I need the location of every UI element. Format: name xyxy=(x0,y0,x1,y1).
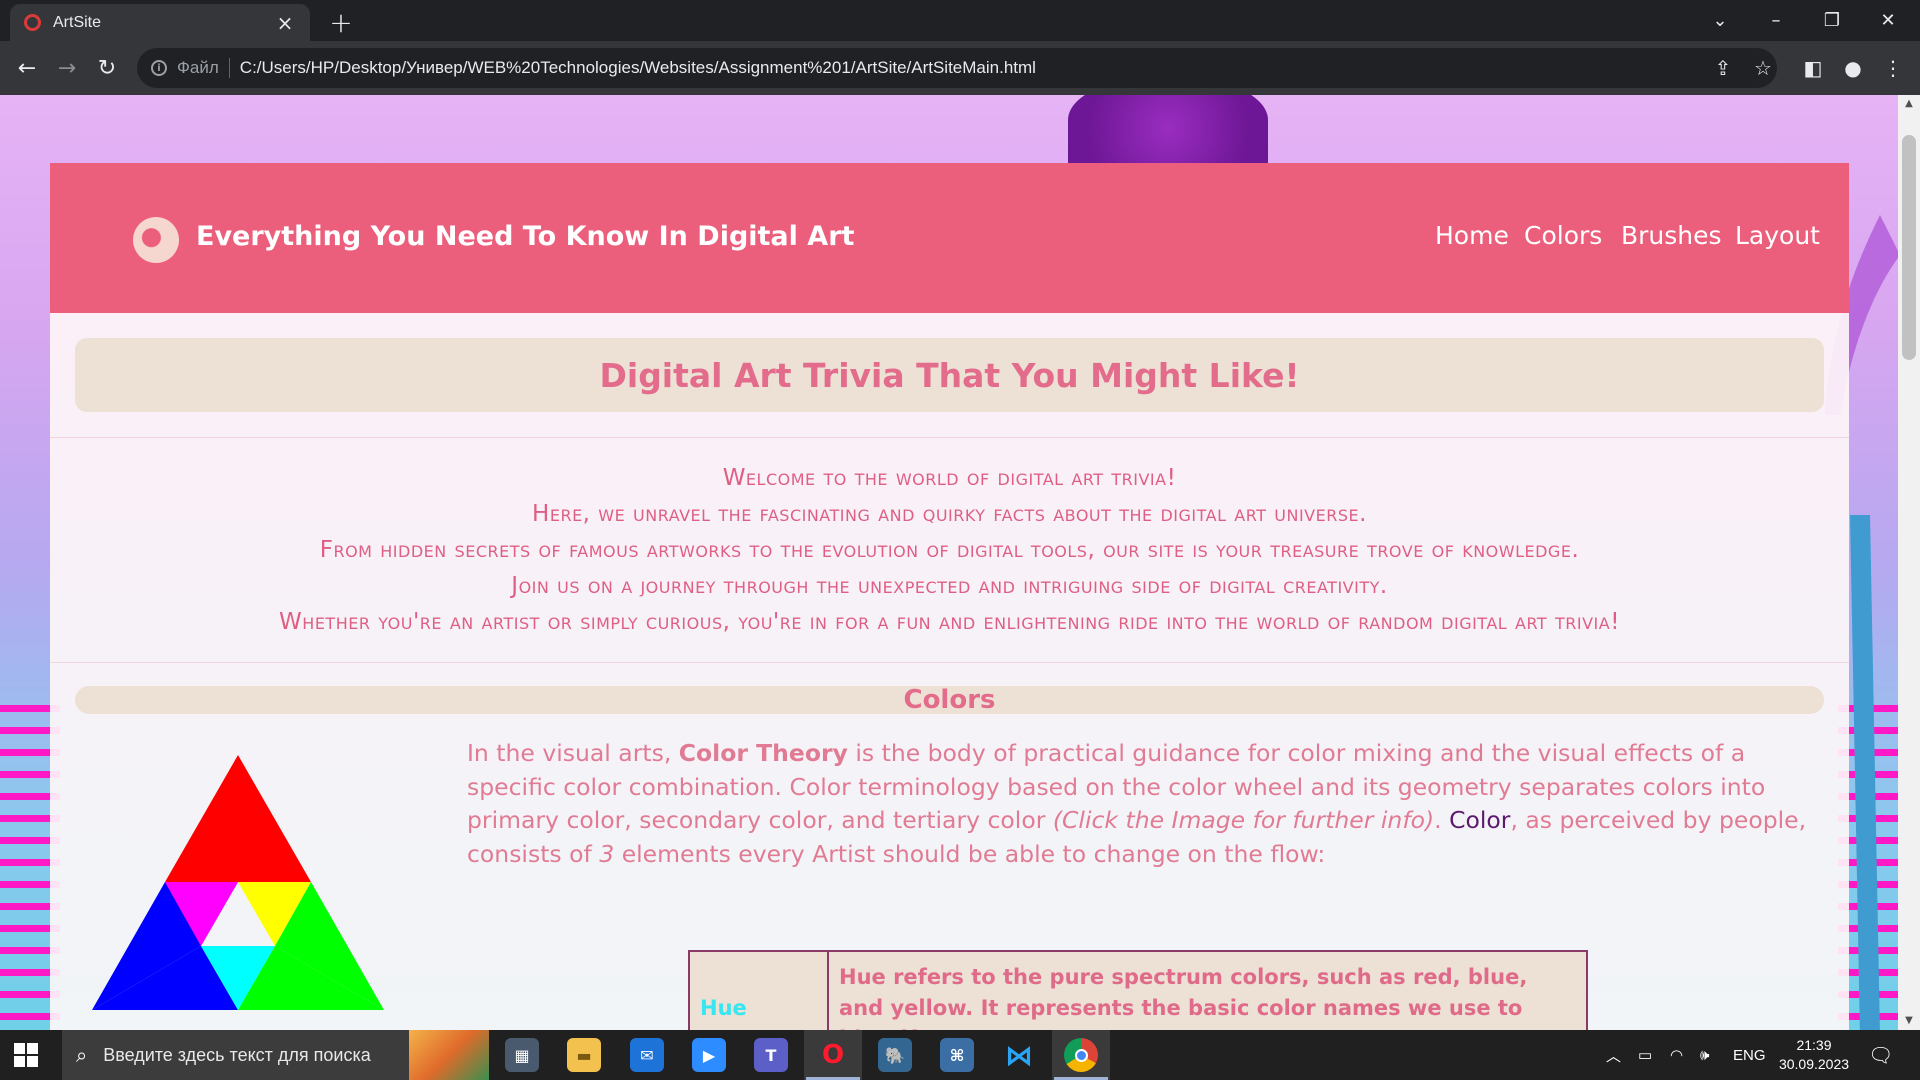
opera-icon[interactable]: O xyxy=(816,1038,850,1072)
divider xyxy=(50,437,1849,438)
file-scheme-label: Файл xyxy=(177,58,219,77)
trivia-heading-box: Digital Art Trivia That You Might Like! xyxy=(75,338,1824,412)
site-header: Everything You Need To Know In Digital A… xyxy=(50,163,1849,313)
search-highlight-image[interactable] xyxy=(409,1030,489,1080)
new-tab-button[interactable]: + xyxy=(326,6,356,39)
reload-button[interactable]: ↻ xyxy=(92,53,122,83)
welcome-line: Here, we unravel the fascinating and qui… xyxy=(532,501,1367,527)
color-link[interactable]: Color xyxy=(1449,806,1510,834)
welcome-line: Welcome to the world of digital art triv… xyxy=(722,465,1177,491)
background-statue-image xyxy=(1068,95,1268,165)
mail-icon[interactable]: ✉ xyxy=(630,1038,664,1072)
page-scrollbar[interactable]: ▲ ▼ xyxy=(1898,95,1920,1030)
back-button[interactable]: ← xyxy=(12,53,42,83)
omnibox-divider xyxy=(228,58,230,78)
tray-chevron-icon[interactable]: ︿ xyxy=(1606,1030,1621,1080)
scroll-down-arrow-icon[interactable]: ▼ xyxy=(1898,1012,1920,1030)
language-indicator[interactable]: ENG xyxy=(1733,1030,1766,1080)
para-text: elements every Artist should be able to … xyxy=(614,839,1326,868)
colors-section-heading: Colors xyxy=(903,685,996,715)
scroll-up-arrow-icon[interactable]: ▲ xyxy=(1898,95,1920,113)
windows-taskbar: ⌕ Введите здесь текст для поиска ▦ ▬ ✉ ▶… xyxy=(0,1030,1920,1080)
clock-time: 21:39 xyxy=(1796,1037,1832,1053)
divider xyxy=(50,662,1849,663)
wifi-icon[interactable]: ◠ xyxy=(1670,1030,1683,1080)
taskbar-search-box[interactable]: ⌕ Введите здесь текст для поиска xyxy=(62,1030,489,1080)
close-window-button[interactable]: ✕ xyxy=(1860,0,1916,41)
teams-icon[interactable]: T xyxy=(754,1038,788,1072)
para-text: In the visual arts, xyxy=(467,739,679,767)
welcome-text: Welcome to the world of digital art triv… xyxy=(50,460,1849,640)
para-text: . xyxy=(1434,806,1450,834)
url-text[interactable]: C:/Users/HP/Desktop/Универ/WEB%20Technol… xyxy=(240,58,1036,78)
color-theory-term: Color Theory xyxy=(678,739,848,767)
site-main-content: Digital Art Trivia That You Might Like! … xyxy=(50,313,1849,1030)
welcome-line: Whether you're an artist or simply curio… xyxy=(279,609,1620,635)
nav-link-home[interactable]: Home xyxy=(1435,221,1509,250)
color-theory-triangle-image[interactable] xyxy=(92,755,384,1010)
colors-section-heading-bar: Colors xyxy=(75,686,1824,714)
click-image-hint: (Click the Image for further info) xyxy=(1052,806,1435,834)
scrollbar-thumb[interactable] xyxy=(1902,135,1916,360)
site-info-icon[interactable]: i xyxy=(151,60,167,76)
restore-button[interactable]: ❐ xyxy=(1804,0,1860,41)
menu-kebab-icon[interactable]: ⋮ xyxy=(1878,53,1908,83)
clock-date: 30.09.2023 xyxy=(1778,1056,1850,1072)
battery-icon[interactable]: ▭ xyxy=(1638,1030,1652,1080)
forward-button[interactable]: → xyxy=(52,53,82,83)
vscode-icon[interactable]: ⋈ xyxy=(1002,1038,1036,1072)
volume-icon[interactable]: 🕪 xyxy=(1700,1030,1709,1080)
python-idle-icon[interactable]: ⌘ xyxy=(940,1038,974,1072)
file-explorer-icon[interactable]: ▬ xyxy=(567,1038,601,1072)
welcome-line: From hidden secrets of famous artworks t… xyxy=(319,537,1580,563)
browser-tab-active[interactable]: ArtSite × xyxy=(10,4,310,41)
calculator-icon[interactable]: ▦ xyxy=(505,1038,539,1072)
site-logo-icon[interactable] xyxy=(133,217,179,263)
site-container: Everything You Need To Know In Digital A… xyxy=(50,163,1849,1030)
opera-favicon-icon xyxy=(24,14,41,31)
zoom-icon[interactable]: ▶ xyxy=(692,1038,726,1072)
nav-link-brushes[interactable]: Brushes xyxy=(1621,221,1722,250)
tab-search-chevron-icon[interactable]: ⌄ xyxy=(1692,0,1748,41)
page-viewport: Everything You Need To Know In Digital A… xyxy=(0,95,1898,1030)
chrome-icon[interactable] xyxy=(1064,1038,1098,1072)
side-panel-icon[interactable]: ◧ xyxy=(1798,53,1828,83)
nav-link-colors[interactable]: Colors xyxy=(1524,221,1602,250)
table-term-hue: Hue xyxy=(700,996,747,1020)
browser-toolbar: ← → ↻ i Файл C:/Users/HP/Desktop/Универ/… xyxy=(0,41,1920,95)
profile-icon[interactable]: ● xyxy=(1838,53,1868,83)
nav-link-layout[interactable]: Layout xyxy=(1735,221,1820,250)
table-definition-cell: Hue refers to the pure spectrum colors, … xyxy=(839,965,1528,1030)
postgresql-icon[interactable]: 🐘 xyxy=(878,1038,912,1072)
color-elements-table: Hue Hue refers to the pure spectrum colo… xyxy=(688,950,1588,1030)
trivia-heading: Digital Art Trivia That You Might Like! xyxy=(599,355,1300,395)
element-count: 3 xyxy=(599,839,615,868)
welcome-line: Join us on a journey through the unexpec… xyxy=(511,573,1388,599)
taskbar-search-placeholder: Введите здесь текст для поиска xyxy=(103,1044,371,1065)
table-term-cell: Hue xyxy=(690,952,829,1030)
minimize-button[interactable]: – xyxy=(1748,0,1804,41)
notifications-icon[interactable]: 🗨 xyxy=(1868,1030,1893,1080)
browser-tab-bar: ArtSite × + ⌄ – ❐ ✕ xyxy=(0,0,1920,41)
share-icon[interactable]: ⇪ xyxy=(1708,53,1738,83)
tab-title: ArtSite xyxy=(53,13,102,31)
address-bar[interactable]: i Файл C:/Users/HP/Desktop/Универ/WEB%20… xyxy=(137,48,1777,88)
color-theory-paragraph: In the visual arts, Color Theory is the … xyxy=(467,737,1827,871)
search-icon: ⌕ xyxy=(76,1043,88,1067)
site-title: Everything You Need To Know In Digital A… xyxy=(196,221,855,252)
bookmark-star-icon[interactable]: ☆ xyxy=(1748,53,1778,83)
taskbar-clock[interactable]: 21:39 30.09.2023 xyxy=(1774,1036,1854,1074)
close-tab-icon[interactable]: × xyxy=(274,11,296,35)
windows-start-icon[interactable] xyxy=(14,1043,38,1067)
